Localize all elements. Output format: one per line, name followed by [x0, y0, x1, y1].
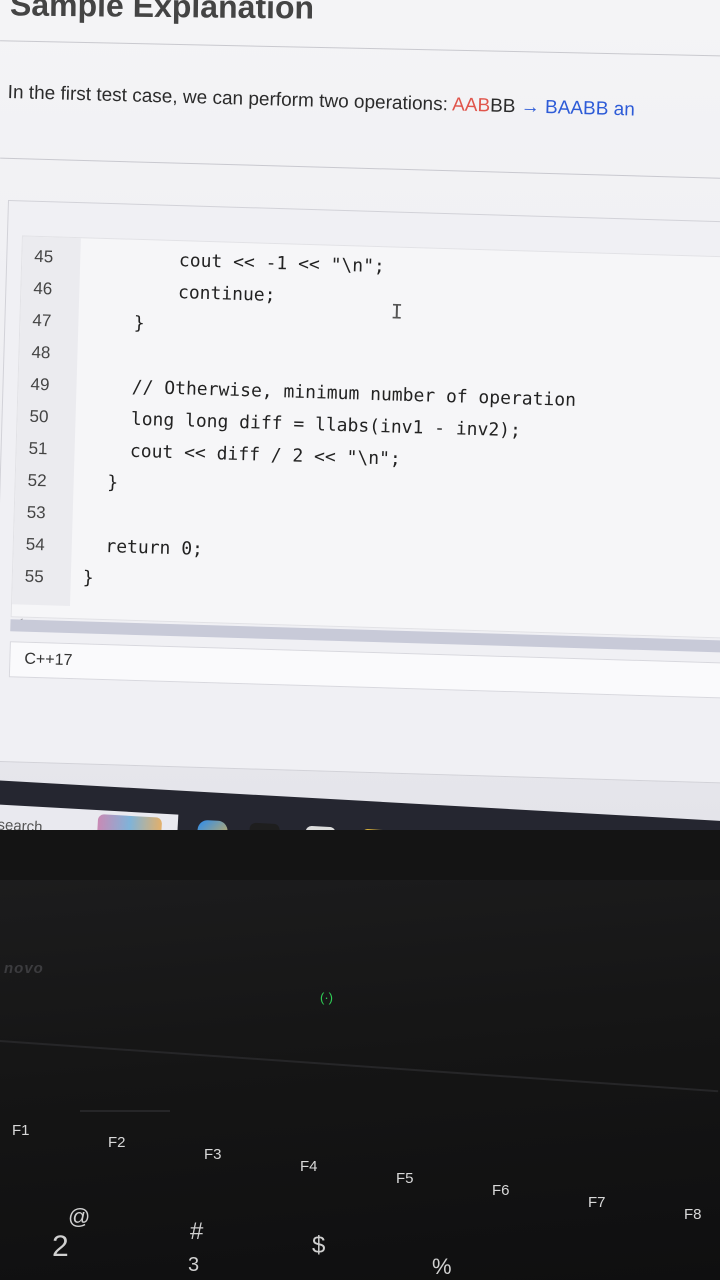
page-heading: Sample Explanation — [9, 0, 315, 26]
number-key-glyph[interactable]: $ — [312, 1232, 325, 1260]
function-key[interactable]: F8 — [684, 1206, 702, 1223]
line-number: 55 — [24, 566, 45, 587]
explanation-intro: In the first test case, we can perform t… — [7, 82, 453, 116]
function-key[interactable]: F5 — [396, 1170, 414, 1187]
number-key-glyph[interactable]: # — [190, 1218, 203, 1246]
code-line: } — [82, 567, 94, 589]
photos-icon[interactable] — [96, 814, 163, 830]
number-key-glyph[interactable]: % — [432, 1254, 452, 1280]
explanation-arrow: → — [515, 96, 546, 119]
screen-photo: Sample Explanation In the first test cas… — [0, 0, 720, 830]
language-label: C++17 — [24, 650, 73, 670]
code-line: } — [90, 311, 145, 335]
explanation-black-part: BB — [489, 95, 516, 118]
code-line: // Otherwise, minimum number of operatio… — [88, 375, 577, 411]
code-line: long long diff = llabs(inv1 - inv2); — [87, 407, 522, 442]
terminal-icon[interactable]: › — [248, 822, 280, 830]
function-key[interactable]: F2 — [108, 1134, 126, 1151]
copilot-icon[interactable] — [196, 819, 229, 830]
key-outline — [80, 1110, 170, 1112]
function-key[interactable]: F7 — [588, 1194, 606, 1211]
camera-led-icon: (·) — [320, 990, 333, 1005]
code-editor[interactable]: 45 46 47 48 49 50 51 52 53 54 55 cout << -1 << "\n… — [10, 235, 720, 639]
code-line: } — [85, 471, 119, 494]
number-key-glyph[interactable]: @ — [68, 1204, 90, 1230]
mail-icon[interactable]: M — [304, 825, 336, 830]
line-number: 48 — [31, 342, 51, 363]
line-number: 46 — [33, 278, 53, 299]
explanation-red-part: AAB — [451, 94, 491, 117]
files-icon[interactable] — [360, 828, 392, 830]
divider — [0, 40, 720, 57]
line-number: 49 — [30, 374, 50, 395]
line-number: 53 — [26, 502, 46, 523]
function-key[interactable]: F4 — [300, 1158, 318, 1175]
function-key[interactable]: F1 — [12, 1122, 30, 1139]
taskbar: search › M ▦ IJ W — [0, 780, 720, 830]
line-number: 52 — [27, 470, 47, 491]
line-number: 50 — [29, 406, 49, 427]
function-key[interactable]: F3 — [204, 1146, 222, 1163]
line-number-gutter: 45 46 47 48 49 50 51 52 53 54 55 — [12, 236, 81, 607]
explanation-blue-part: BAABB an — [544, 97, 636, 121]
text-cursor-icon: I — [390, 299, 404, 324]
number-key-glyph[interactable]: 3 — [188, 1254, 199, 1277]
code-line: return 0; — [83, 535, 204, 560]
explanation-text: In the first test case, we can perform t… — [7, 82, 720, 125]
code-card: 45 46 47 48 49 50 51 52 53 54 55 cout << -1 << "\n… — [0, 200, 720, 784]
number-key-glyph[interactable]: 2 — [52, 1230, 69, 1264]
language-select[interactable]: C++17 — [8, 641, 720, 699]
brand-logo: novo — [4, 960, 44, 977]
divider — [0, 157, 720, 180]
code-line: cout << diff / 2 << "\n"; — [86, 439, 402, 470]
line-number: 51 — [28, 438, 48, 459]
function-key[interactable]: F6 — [492, 1182, 510, 1199]
search-label: search — [0, 816, 43, 830]
code-line: cout << -1 << "\n"; — [92, 247, 386, 278]
line-number: 54 — [25, 534, 45, 555]
code-area[interactable]: cout << -1 << "\n"; continue; } // Other… — [23, 236, 720, 589]
code-line: continue; — [91, 279, 276, 306]
line-number: 45 — [34, 246, 54, 267]
line-number: 47 — [32, 310, 52, 331]
laptop-keyboard-area — [0, 880, 720, 1280]
